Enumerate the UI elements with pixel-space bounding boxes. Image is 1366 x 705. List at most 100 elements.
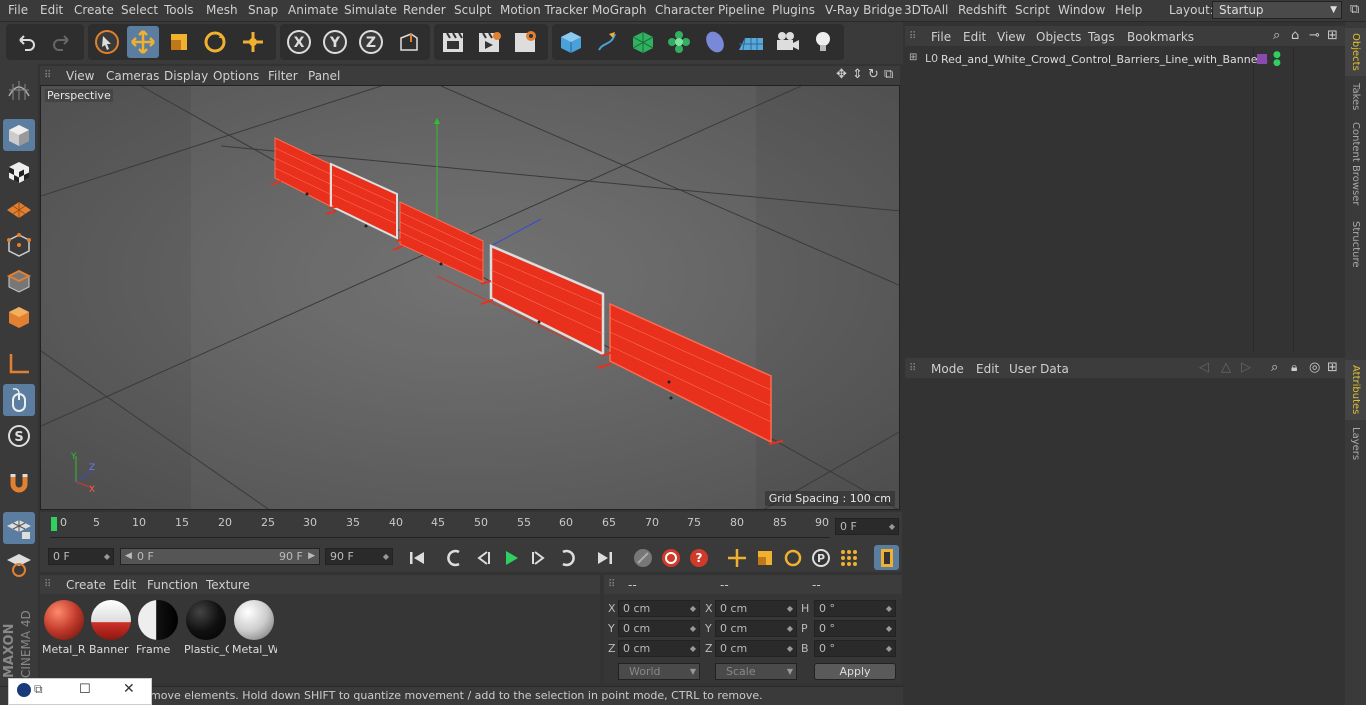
menu-mesh[interactable]: Mesh (206, 3, 238, 17)
world-dropdown[interactable]: World ▼ (618, 663, 700, 680)
up-arrow-icon[interactable]: △ (1221, 360, 1231, 375)
deformer-button[interactable] (699, 26, 731, 58)
z-axis-button[interactable]: Z (355, 26, 387, 58)
texture-mode-button[interactable] (3, 156, 35, 188)
rotation-b-field[interactable]: 0 ° ◆ (814, 640, 896, 657)
attr-menu-edit[interactable]: Edit (976, 362, 999, 376)
current-frame-field[interactable]: 0 F ◆ (835, 518, 899, 535)
snap-button[interactable]: S (3, 420, 35, 452)
attr-menu-user-data[interactable]: User Data (1009, 362, 1069, 376)
magnet-button[interactable] (3, 466, 35, 498)
tab-attributes[interactable]: Attributes (1345, 360, 1366, 420)
back-arrow-icon[interactable]: ◁ (1199, 360, 1209, 375)
objects-menu-file[interactable]: File (931, 30, 951, 44)
attr-menu-mode[interactable]: Mode (931, 362, 964, 376)
minimized-window[interactable]: ⧉ ☐ ✕ (8, 678, 152, 705)
objects-menu-tags[interactable]: Tags (1088, 30, 1115, 44)
maximize-view-icon[interactable]: ⧉ (884, 67, 893, 82)
layout-select[interactable]: Startup ▼ (1212, 1, 1342, 19)
restore-icon[interactable]: ⧉ (34, 682, 43, 697)
playhead[interactable] (51, 517, 57, 531)
position-z-field[interactable]: 0 cm ◆ (618, 640, 700, 657)
objects-menu-objects[interactable]: Objects (1036, 30, 1081, 44)
render-view-button[interactable] (437, 26, 469, 58)
scale-tool-button[interactable] (163, 26, 195, 58)
menu-redshift[interactable]: Redshift (958, 3, 1007, 17)
position-y-field[interactable]: 0 cm ◆ (618, 620, 700, 637)
forward-arrow-icon[interactable]: ▷ (1241, 360, 1251, 375)
render-settings-button[interactable] (509, 26, 541, 58)
goto-end-button[interactable] (592, 545, 617, 570)
menu-character[interactable]: Character (655, 3, 714, 17)
menu-tools[interactable]: Tools (164, 3, 194, 17)
viewport-menu-options[interactable]: Options (213, 69, 259, 83)
rotation-h-field[interactable]: 0 ° ◆ (814, 600, 896, 617)
menu-vray-bridge[interactable]: V-Ray Bridge (825, 3, 902, 17)
menu-motion-tracker[interactable]: Motion Tracker (500, 3, 588, 17)
maximize-icon[interactable]: ☐ (79, 682, 91, 697)
transform-tool-button[interactable] (237, 26, 269, 58)
menu-snap[interactable]: Snap (248, 3, 278, 17)
motion-record-button[interactable] (630, 545, 655, 570)
live-selection-button[interactable] (91, 26, 123, 58)
link-icon[interactable]: ⊸ (1309, 28, 1320, 43)
tab-takes[interactable]: Takes (1345, 80, 1366, 114)
tab-layers[interactable]: Layers (1345, 424, 1366, 464)
menu-sculpt[interactable]: Sculpt (454, 3, 491, 17)
perspective-viewport[interactable]: Y Z X Perspective Grid Spacing : 100 cm (40, 85, 900, 510)
menu-render[interactable]: Render (403, 3, 446, 17)
play-button[interactable] (498, 545, 523, 570)
points-mode-button[interactable] (3, 229, 35, 261)
undo-button[interactable] (10, 26, 42, 58)
expand-icon[interactable]: ⊞ (909, 52, 917, 63)
new-window-icon[interactable]: ⊞ (1327, 360, 1338, 375)
move-tool-button[interactable] (127, 26, 159, 58)
size-x-field[interactable]: 0 cm ◆ (715, 600, 797, 617)
menu-mograph[interactable]: MoGraph (592, 3, 647, 17)
objects-menu-edit[interactable]: Edit (963, 30, 986, 44)
new-window-icon[interactable]: ⊞ (1327, 28, 1338, 43)
menu-simulate[interactable]: Simulate (344, 3, 397, 17)
menu-select[interactable]: Select (121, 3, 158, 17)
menu-window[interactable]: Window (1058, 3, 1105, 17)
pen-tool-button[interactable] (591, 26, 623, 58)
next-keyframe-button[interactable] (554, 545, 579, 570)
material-menu-edit[interactable]: Edit (113, 578, 136, 592)
cloner-button[interactable] (663, 26, 695, 58)
search-icon[interactable]: ⌕ (1273, 28, 1280, 43)
key-rotation-button[interactable] (780, 545, 805, 570)
make-editable-button[interactable] (3, 74, 35, 106)
menu-file[interactable]: File (8, 3, 28, 17)
polygons-mode-button[interactable] (3, 301, 35, 333)
cube-button[interactable] (555, 26, 587, 58)
viewport-menu-filter[interactable]: Filter (268, 69, 298, 83)
prev-keyframe-button[interactable] (442, 545, 467, 570)
y-axis-button[interactable]: Y (319, 26, 351, 58)
viewport-menu-display[interactable]: Display (164, 69, 208, 83)
objects-menu-bookmarks[interactable]: Bookmarks (1127, 30, 1194, 44)
tab-objects[interactable]: Objects (1345, 28, 1366, 76)
floor-button[interactable] (735, 26, 767, 58)
x-axis-button[interactable]: X (283, 26, 315, 58)
range-slider[interactable]: ◀ 0 F 90 F ▶ (120, 548, 320, 565)
subdivision-button[interactable] (627, 26, 659, 58)
tab-content-browser[interactable]: Content Browser (1345, 118, 1366, 210)
menu-help[interactable]: Help (1115, 3, 1142, 17)
edges-mode-button[interactable] (3, 265, 35, 297)
material-menu-function[interactable]: Function (147, 578, 198, 592)
timeline-ruler[interactable]: 0 5 10 15 20 25 30 35 40 45 50 55 60 65 … (40, 512, 902, 542)
prev-frame-button[interactable] (470, 545, 495, 570)
redo-button[interactable] (46, 26, 78, 58)
material-swatch[interactable]: Metal_R (42, 598, 87, 656)
material-menu-create[interactable]: Create (66, 578, 106, 592)
lock-icon[interactable]: 🔒︎ (1291, 360, 1297, 375)
viewport-menu-panel[interactable]: Panel (308, 69, 340, 83)
tab-structure[interactable]: Structure (1345, 214, 1366, 274)
camera-button[interactable] (771, 26, 803, 58)
key-pla-button[interactable] (836, 545, 861, 570)
menu-animate[interactable]: Animate (288, 3, 338, 17)
menu-create[interactable]: Create (74, 3, 114, 17)
material-swatch[interactable]: Banner (89, 598, 134, 656)
next-frame-button[interactable] (526, 545, 551, 570)
end-frame-field[interactable]: 90 F ◆ (325, 548, 393, 565)
